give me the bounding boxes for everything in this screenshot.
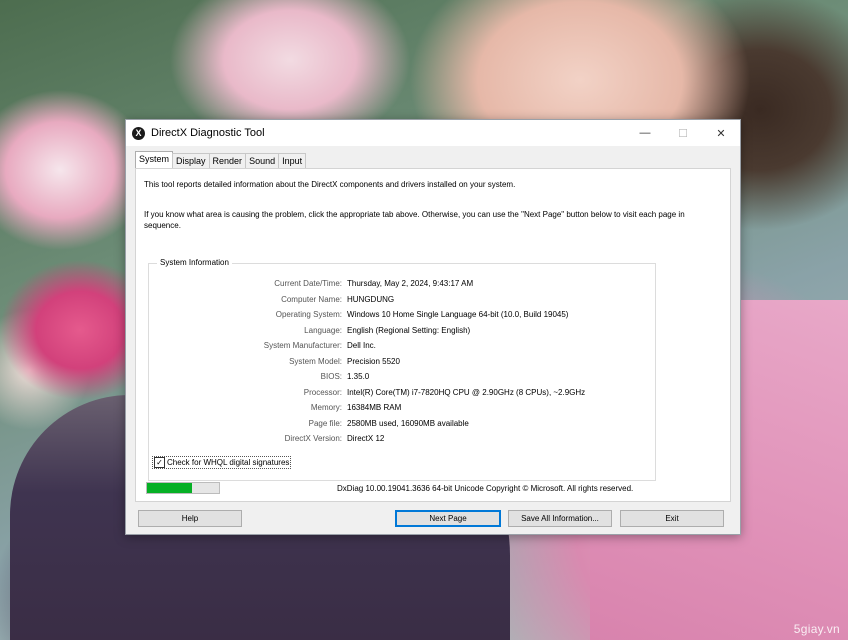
copyright-text: DxDiag 10.00.19041.3636 64-bit Unicode C…: [337, 484, 634, 493]
info-label: Memory:: [310, 403, 342, 412]
info-label: Operating System:: [275, 310, 342, 319]
info-value: Windows 10 Home Single Language 64-bit (…: [347, 310, 569, 319]
info-label: DirectX Version:: [284, 434, 342, 443]
title-bar[interactable]: X DirectX Diagnostic Tool — ☐ ✕: [126, 120, 740, 146]
dxdiag-window: X DirectX Diagnostic Tool — ☐ ✕ System D…: [125, 119, 741, 535]
info-value: 2580MB used, 16090MB available: [347, 418, 469, 428]
info-value: Thursday, May 2, 2024, 9:43:17 AM: [347, 279, 474, 288]
info-label: System Manufacturer:: [263, 341, 342, 350]
window-title: DirectX Diagnostic Tool: [151, 127, 265, 139]
info-label: System Model:: [289, 356, 342, 366]
info-label: Page file:: [308, 418, 342, 428]
info-row: System Model: Precision 5520: [149, 356, 655, 368]
info-label: Computer Name:: [281, 294, 342, 304]
info-row: Computer Name: HUNGDUNG: [149, 294, 655, 306]
info-value: English (Regional Setting: English): [347, 325, 471, 335]
info-value: Dell Inc.: [347, 341, 376, 350]
info-row: System Manufacturer: Dell Inc.: [149, 340, 655, 352]
info-row: Page file: 2580MB used, 16090MB availabl…: [149, 418, 655, 430]
next-page-button[interactable]: Next Page: [395, 510, 501, 527]
whql-checkbox-label: Check for WHQL digital signatures: [167, 458, 290, 467]
tab-system[interactable]: System: [135, 151, 174, 168]
tab-strip: System Display Render Sound Input: [135, 151, 307, 169]
minimize-icon: —: [639, 127, 651, 139]
info-value: 1.35.0: [347, 372, 370, 381]
info-row: Processor: Intel(R) Core(TM) i7-7820HQ C…: [149, 387, 655, 399]
save-all-information-button[interactable]: Save All Information...: [508, 510, 612, 527]
group-title: System Information: [157, 258, 232, 267]
tab-input[interactable]: Input: [278, 153, 307, 168]
info-row: BIOS: 1.35.0: [149, 371, 655, 383]
check-icon: ✓: [154, 457, 165, 468]
watermark: 5giay.vn: [793, 622, 840, 636]
info-row: Language: English (Regional Setting: Eng…: [149, 325, 655, 337]
tab-display[interactable]: Display: [172, 153, 210, 168]
info-value: 16384MB RAM: [347, 403, 402, 412]
info-value: HUNGDUNG: [347, 294, 395, 304]
close-button[interactable]: ✕: [702, 120, 740, 146]
system-tab-panel: This tool reports detailed information a…: [135, 168, 731, 502]
info-row: Memory: 16384MB RAM: [149, 402, 655, 414]
progress-fill: [147, 483, 192, 493]
close-icon: ✕: [716, 127, 726, 140]
info-row: Operating System: Windows 10 Home Single…: [149, 309, 655, 321]
progress-bar: [146, 482, 220, 494]
info-value: Intel(R) Core(TM) i7-7820HQ CPU @ 2.90GH…: [347, 387, 586, 397]
exit-button[interactable]: Exit: [620, 510, 724, 527]
info-row: Current Date/Time: Thursday, May 2, 2024…: [149, 278, 655, 290]
tab-render[interactable]: Render: [208, 153, 247, 168]
info-label: Language:: [304, 325, 342, 335]
help-button[interactable]: Help: [138, 510, 242, 527]
info-label: Processor:: [303, 387, 342, 397]
maximize-button[interactable]: ☐: [664, 120, 702, 146]
maximize-icon: ☐: [678, 127, 688, 140]
directx-icon: X: [132, 126, 145, 140]
whql-checkbox[interactable]: ✓ Check for WHQL digital signatures: [152, 456, 292, 469]
info-row: DirectX Version: DirectX 12: [149, 433, 655, 445]
info-value: Precision 5520: [347, 356, 400, 366]
help-text: If you know what area is causing the pro…: [144, 210, 685, 230]
system-information-group: System Information Current Date/Time: Th…: [148, 258, 656, 481]
minimize-button[interactable]: —: [626, 120, 664, 146]
tab-sound[interactable]: Sound: [245, 153, 280, 168]
intro-text: This tool reports detailed information a…: [144, 180, 516, 189]
window-controls: — ☐ ✕: [626, 120, 740, 146]
info-label: Current Date/Time:: [274, 279, 342, 288]
info-value: DirectX 12: [347, 434, 385, 443]
info-label: BIOS:: [320, 372, 342, 381]
